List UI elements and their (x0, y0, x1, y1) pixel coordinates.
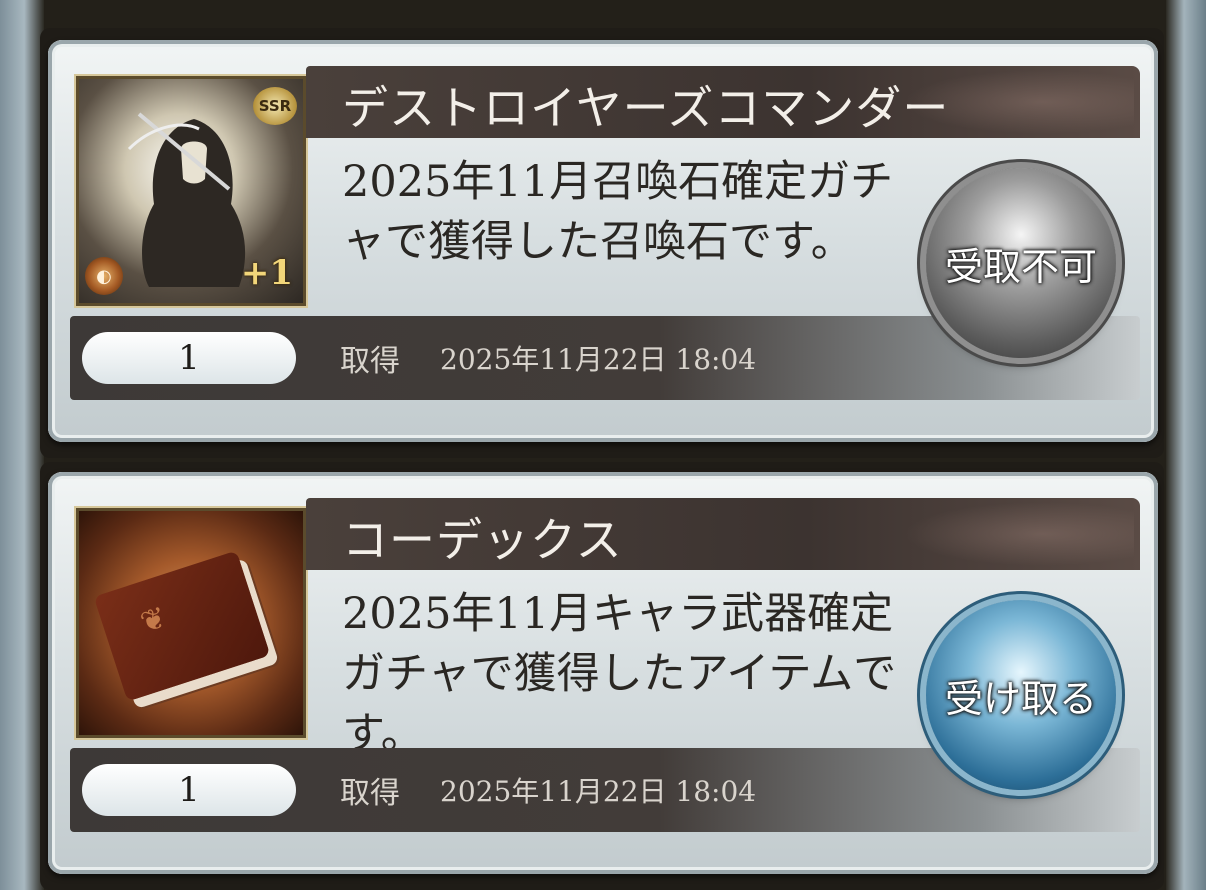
acquired-label: 取得 (340, 344, 400, 379)
acquired-label: 取得 (340, 776, 400, 811)
quantity-display: 1 (82, 332, 296, 384)
dark-element-icon: ◐ (85, 257, 123, 295)
item-title-bar: コーデックス (306, 498, 1140, 570)
right-edge (1166, 0, 1206, 890)
book-cover (93, 550, 271, 702)
item-name: コーデックス (342, 513, 623, 567)
acquired-date: 2025年11月22日 18:04 (440, 343, 757, 376)
plus-badge: +1 (240, 253, 293, 293)
codex-book-icon[interactable]: ❦ (76, 508, 306, 738)
ornament-decoration (904, 502, 1134, 566)
present-item-card: SSR ◐ +1 デストロイヤーズコマンダー 2025年11月召喚石確定ガチャで… (48, 40, 1158, 442)
quantity-display: 1 (82, 764, 296, 816)
item-description: 2025年11月キャラ武器確定ガチャで獲得したアイテムです。 (342, 589, 897, 759)
receive-button[interactable]: 受け取る (926, 600, 1116, 790)
item-name: デストロイヤーズコマンダー (342, 81, 950, 135)
left-edge (0, 0, 44, 890)
reaper-summon-icon[interactable]: SSR ◐ +1 (76, 76, 306, 306)
receive-disabled-button[interactable]: 受取不可 (926, 168, 1116, 358)
present-item-card: ❦ コーデックス 2025年11月キャラ武器確定ガチャで獲得したアイテムです。 … (48, 472, 1158, 874)
ssr-badge: SSR (253, 87, 297, 125)
acquired-date: 2025年11月22日 18:04 (440, 775, 757, 808)
item-description: 2025年11月召喚石確定ガチャで獲得した召喚石です。 (342, 157, 894, 267)
item-title-bar: デストロイヤーズコマンダー (306, 66, 1140, 138)
